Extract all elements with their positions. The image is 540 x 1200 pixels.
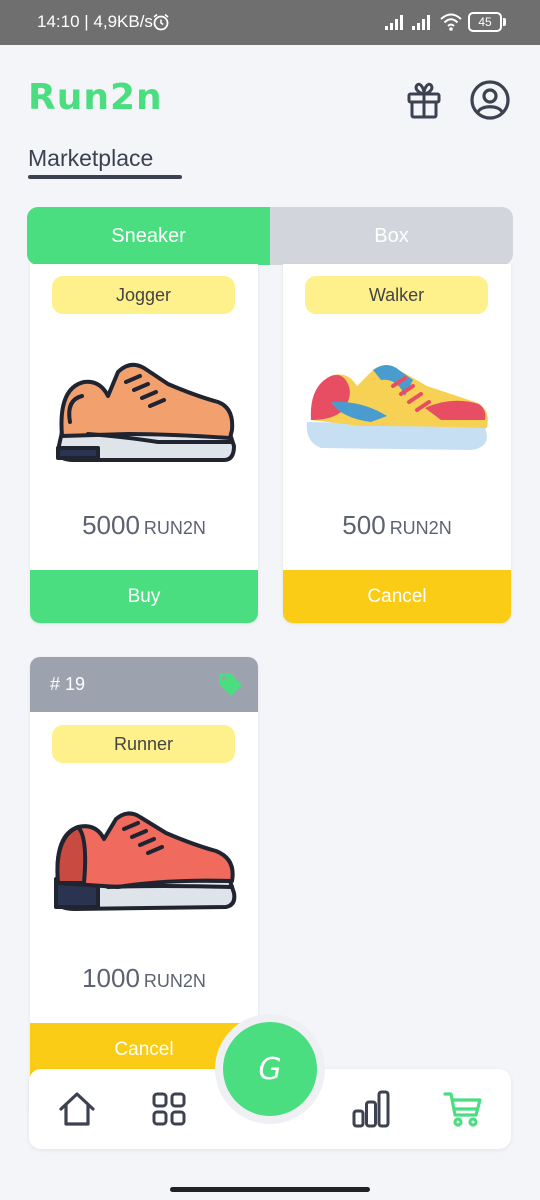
sneaker-image-walker <box>306 365 488 450</box>
listing-card-jogger[interactable]: Jogger 5000 RUN2N Buy <box>30 264 258 623</box>
battery-indicator: 45 <box>468 12 502 32</box>
tab-sneaker[interactable]: Sneaker <box>27 207 270 265</box>
price-amount: 1000 <box>82 963 140 993</box>
sneaker-image-jogger <box>56 362 236 462</box>
price-amount: 500 <box>342 510 386 540</box>
listing-id: # 19 <box>50 674 86 694</box>
home-icon[interactable] <box>57 1089 97 1129</box>
shoe-type-badge: Runner <box>52 725 235 763</box>
center-action-button[interactable]: G <box>223 1022 317 1116</box>
cancel-button[interactable]: Cancel <box>283 570 511 623</box>
gift-icon[interactable] <box>404 80 444 120</box>
price-label: 500 RUN2N <box>283 510 511 541</box>
sneaker-image-runner <box>54 811 237 911</box>
home-indicator[interactable] <box>170 1187 370 1192</box>
shoe-type-badge: Jogger <box>52 276 235 314</box>
battery-tip <box>503 18 506 26</box>
cart-icon[interactable] <box>443 1089 483 1129</box>
stats-icon[interactable] <box>351 1089 391 1129</box>
signal-icon <box>385 15 403 30</box>
price-currency: RUN2N <box>143 518 206 538</box>
shoe-type-badge: Walker <box>305 276 488 314</box>
app-logo: Run2n <box>28 77 163 118</box>
tab-box[interactable]: Box <box>270 207 513 265</box>
signal-icon-2 <box>412 15 430 30</box>
price-currency: RUN2N <box>143 971 206 991</box>
alarm-icon <box>153 13 169 31</box>
profile-icon[interactable] <box>469 79 511 121</box>
price-amount: 5000 <box>82 510 140 540</box>
wifi-icon <box>440 13 462 31</box>
tag-icon <box>219 673 242 696</box>
grid-icon[interactable] <box>149 1089 189 1129</box>
tab-bar: Sneaker Box <box>27 207 513 265</box>
price-currency: RUN2N <box>389 518 452 538</box>
page-title: Marketplace <box>28 145 154 171</box>
buy-button[interactable]: Buy <box>30 570 258 623</box>
card-header: # 19 <box>30 657 258 712</box>
listing-card-walker[interactable]: Walker 500 RUN2N Cancel <box>283 264 511 623</box>
title-underline <box>28 175 182 179</box>
price-label: 5000 RUN2N <box>30 510 258 541</box>
status-time: 14:10 | 4,9KB/s <box>37 12 153 31</box>
price-label: 1000 RUN2N <box>30 963 258 994</box>
status-bar: 14:10 | 4,9KB/s 45 <box>0 0 540 45</box>
